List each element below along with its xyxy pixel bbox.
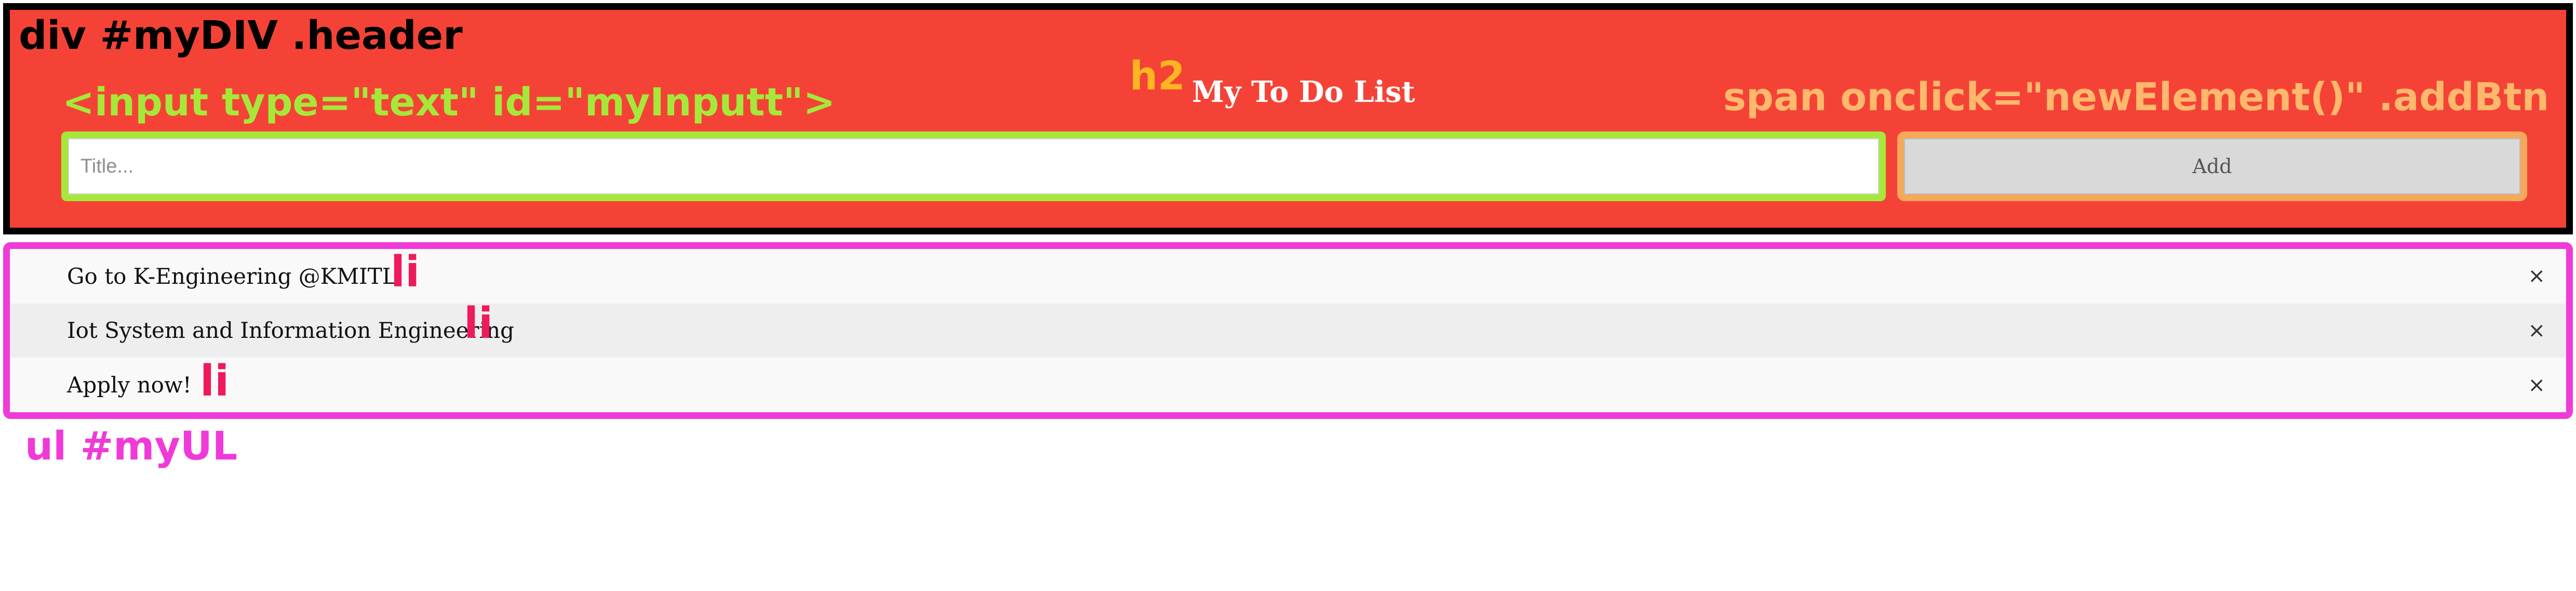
list-item-text: Iot System and Information Engineering	[67, 318, 515, 344]
todo-list: Go to K-Engineering @KMITL × Iot System …	[3, 242, 2573, 419]
annotation-add-span-tag: span onclick="newElement()" .addBtn	[1723, 75, 2550, 120]
annotation-li-tag: li	[391, 247, 420, 297]
annotation-header-div: div #myDIV .header	[19, 12, 463, 58]
page-title: My To Do List	[1192, 75, 1415, 109]
add-button-highlight: Add	[1897, 132, 2527, 201]
title-input[interactable]	[68, 138, 1879, 194]
annotation-input-tag: <input type="text" id="myInputt">	[62, 80, 836, 125]
annotation-ul-tag: ul #myUL	[25, 423, 238, 469]
close-icon[interactable]: ×	[2521, 316, 2552, 346]
list-item[interactable]: Iot System and Information Engineering ×	[10, 303, 2566, 358]
page: div #myDIV .header <input type="text" id…	[0, 0, 2576, 591]
add-button[interactable]: Add	[1904, 138, 2520, 194]
list-item[interactable]: Apply now! ×	[10, 358, 2566, 412]
annotation-li-tag: li	[464, 299, 493, 348]
input-highlight	[61, 132, 1886, 201]
annotation-h2-tag: h2	[1130, 52, 1185, 99]
annotation-li-tag: li	[200, 357, 230, 406]
close-icon[interactable]: ×	[2521, 370, 2552, 400]
list-item-text: Apply now!	[67, 372, 192, 398]
close-icon[interactable]: ×	[2521, 261, 2552, 291]
list-item-text: Go to K-Engineering @KMITL	[67, 263, 397, 289]
